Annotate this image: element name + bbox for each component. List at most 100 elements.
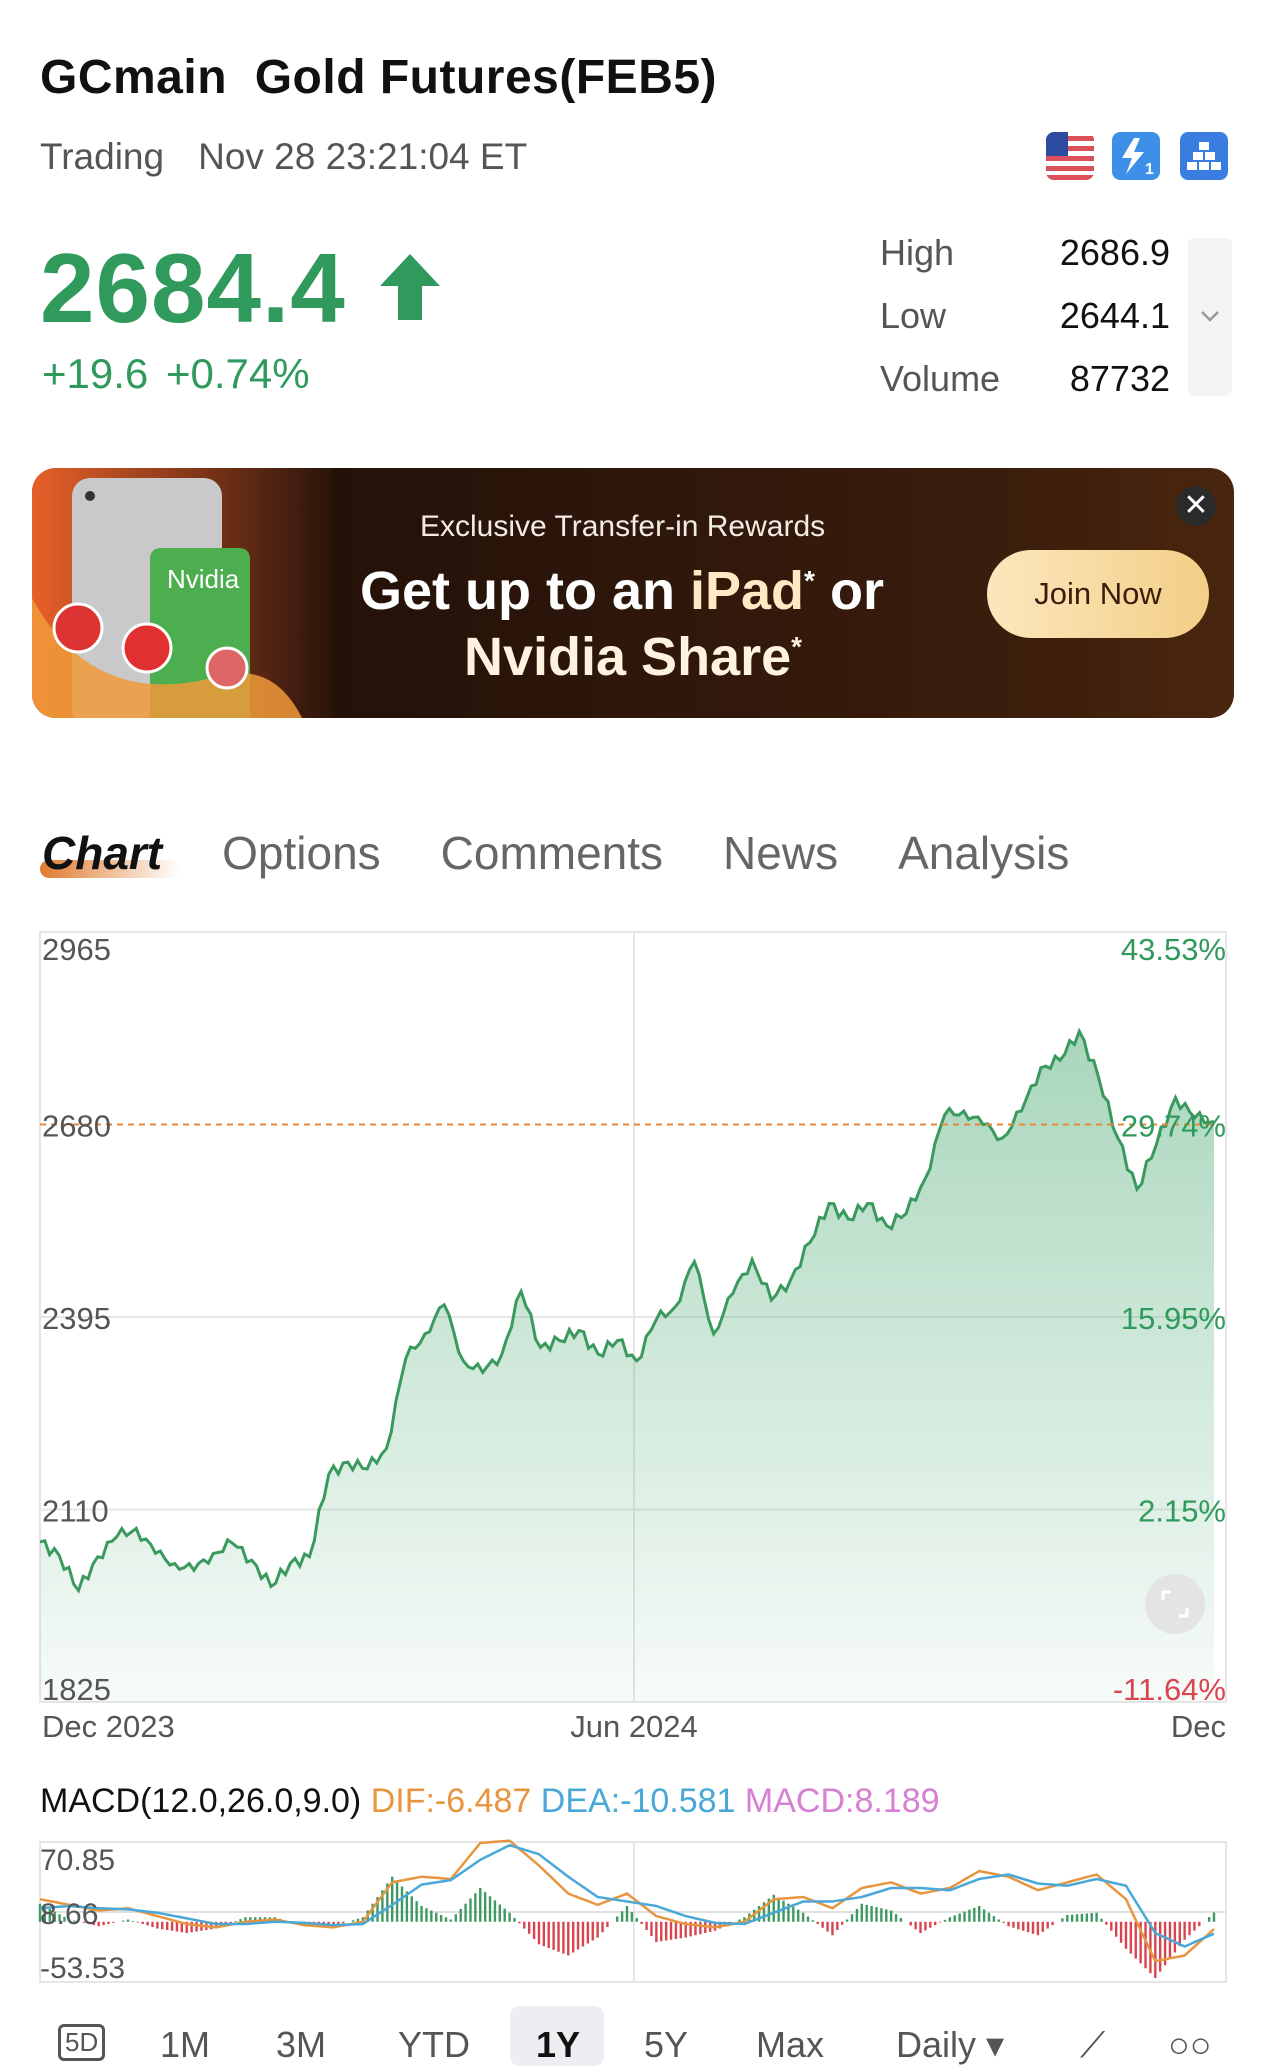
period-max[interactable]: Max (756, 2024, 824, 2066)
macd-bar (861, 1904, 863, 1922)
macd-bar (836, 1922, 838, 1930)
macd-bar (983, 1909, 985, 1921)
macd-bar (885, 1909, 887, 1921)
macd-bar (230, 1922, 232, 1923)
macd-bar (807, 1916, 809, 1921)
macd-bar (934, 1922, 936, 1925)
macd-bar (914, 1922, 916, 1930)
y-tick-right: 15.95% (1121, 1301, 1226, 1336)
macd-bar (1188, 1922, 1190, 1935)
macd-bar (636, 1918, 638, 1922)
macd-bar (1076, 1914, 1078, 1922)
macd-bar (494, 1900, 496, 1921)
macd-bar (474, 1893, 476, 1922)
macd-bar (469, 1898, 471, 1921)
macd-bar (1032, 1922, 1034, 1934)
period-selector: 5D 1M 3M YTD 1Y 5Y Max Daily ▾ ⟋ ○○ (0, 2010, 1266, 2048)
macd-bar (352, 1920, 354, 1922)
macd-bar (680, 1922, 682, 1939)
macd-bar (1115, 1922, 1117, 1937)
macd-bar (548, 1922, 550, 1948)
macd-bar (592, 1922, 594, 1941)
macd-bar (176, 1922, 178, 1932)
macd-bar (851, 1914, 853, 1922)
macd-bar (870, 1906, 872, 1922)
macd-bar (596, 1922, 598, 1938)
macd-bar (626, 1906, 628, 1922)
macd-bar (151, 1922, 153, 1927)
macd-bar (459, 1909, 461, 1922)
macd-bar (616, 1916, 618, 1921)
macd-bar (1174, 1922, 1176, 1953)
chart-type-icon[interactable]: ⟋ (1080, 2024, 1105, 2067)
macd-bar (132, 1921, 134, 1922)
macd-bar (171, 1922, 173, 1931)
price-chart[interactable]: 296543.53%268029.74%239515.95%21102.15%1… (0, 0, 1266, 2048)
macd-bar (504, 1909, 506, 1922)
macd-bar (538, 1922, 540, 1945)
interval-daily-dropdown[interactable]: Daily ▾ (896, 2024, 1004, 2066)
macd-bar (1002, 1922, 1004, 1923)
macd-bar (577, 1922, 579, 1950)
macd-bar (1027, 1922, 1029, 1933)
macd-bar (699, 1922, 701, 1934)
fullscreen-button[interactable] (1145, 1574, 1205, 1634)
macd-bar (665, 1922, 667, 1941)
macd-bar (1071, 1915, 1073, 1922)
macd-bar (533, 1922, 535, 1939)
y-tick-left: 2110 (42, 1494, 109, 1529)
macd-bar (1130, 1922, 1132, 1954)
macd-y-tick: 70.85 (40, 1844, 115, 1877)
macd-bar (802, 1913, 804, 1922)
macd-bar (963, 1912, 965, 1922)
macd-bar (856, 1909, 858, 1922)
macd-bar (919, 1922, 921, 1933)
macd-bar (831, 1922, 833, 1936)
macd-bar (127, 1919, 129, 1921)
macd-bar (910, 1922, 912, 1926)
macd-bar (1061, 1918, 1063, 1921)
macd-bar (817, 1922, 819, 1924)
macd-bar (440, 1915, 442, 1922)
macd-bar (792, 1907, 794, 1922)
macd-bar (122, 1921, 124, 1922)
y-tick-right: 2.15% (1138, 1494, 1226, 1529)
dea-label: DEA:-10.581 (541, 1782, 736, 1820)
macd-bar (968, 1910, 970, 1922)
macd-bar (415, 1901, 417, 1922)
chart-settings-icon[interactable]: ○○ (1168, 2024, 1212, 2066)
macd-bar (107, 1922, 109, 1924)
macd-bar (640, 1922, 642, 1924)
macd-bar (445, 1917, 447, 1922)
macd-bar (156, 1922, 158, 1929)
macd-bar (958, 1913, 960, 1921)
macd-bar (973, 1908, 975, 1922)
macd-bar (1081, 1914, 1083, 1922)
macd-bar (826, 1922, 828, 1932)
macd-bar (450, 1919, 452, 1921)
macd-bar (1042, 1922, 1044, 1932)
macd-bar (587, 1922, 589, 1944)
macd-bar (865, 1905, 867, 1922)
macd-bar (1091, 1913, 1093, 1922)
macd-bar (797, 1910, 799, 1922)
macd-bar (660, 1922, 662, 1942)
macd-bar (949, 1917, 951, 1922)
macd-bar (978, 1906, 980, 1922)
macd-bar (513, 1918, 515, 1922)
period-5d[interactable]: 5D (58, 2024, 105, 2061)
macd-bar (582, 1922, 584, 1947)
period-5y[interactable]: 5Y (644, 2024, 688, 2066)
x-tick: Jun 2024 (570, 1709, 698, 1744)
macd-bar (1012, 1922, 1014, 1928)
macd-bar (1046, 1922, 1048, 1929)
macd-bar (1198, 1922, 1200, 1926)
period-1m[interactable]: 1M (160, 2024, 210, 2066)
period-ytd[interactable]: YTD (398, 2024, 470, 2066)
macd-bar (1183, 1922, 1185, 1940)
period-3m[interactable]: 3M (276, 2024, 326, 2066)
macd-bar (1007, 1922, 1009, 1927)
period-1y[interactable]: 1Y (536, 2024, 580, 2066)
y-tick-right: -11.64% (1113, 1672, 1226, 1707)
x-tick: Dec 2023 (42, 1709, 175, 1744)
